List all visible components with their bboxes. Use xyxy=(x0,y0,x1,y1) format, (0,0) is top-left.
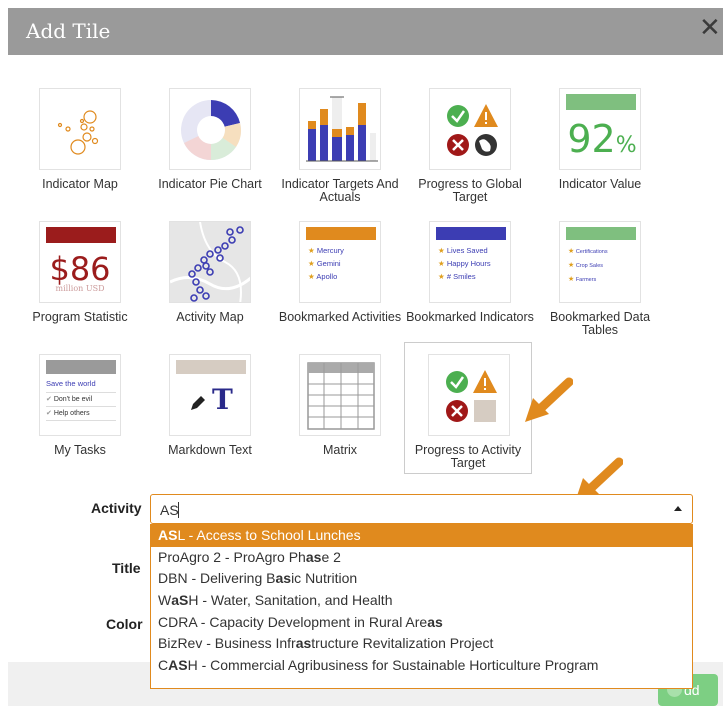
option-text: DBN - Delivering B xyxy=(158,570,276,587)
add-tile-dialog: Add Tile ✕ Indicator Map Indicator Pie C… xyxy=(8,8,723,706)
tile-label: Indicator Targets And Actuals xyxy=(281,177,399,204)
option-text: tructure Revitalization Project xyxy=(311,635,494,652)
tile-label: Indicator Pie Chart xyxy=(158,177,262,191)
option-text: H - Water, Sanitation, and Health xyxy=(188,592,393,609)
tile-label: Bookmarked Data Tables xyxy=(549,310,651,337)
markdown-text-thumbnail: T xyxy=(169,354,251,436)
activity-option[interactable]: ProAgro 2 - ProAgro Phase 2 xyxy=(151,547,692,569)
tile-label: Matrix xyxy=(322,443,358,457)
tile-label: Activity Map xyxy=(176,310,244,324)
bookmarked-indicators-thumbnail: ★ Lives Saved ★ Happy Hours ★ # Smiles xyxy=(429,221,511,303)
program-statistic-caption: million USD xyxy=(55,284,105,293)
arrow-pointer-icon xyxy=(525,377,573,422)
bookmark-item: Crop Sales xyxy=(575,263,604,269)
option-text: CDRA - Capacity Development in Rural Are xyxy=(158,613,428,630)
task-item: Help others xyxy=(53,410,90,417)
program-statistic-value: $86 xyxy=(49,250,111,288)
activity-label: Activity xyxy=(91,500,142,516)
match-highlight: AS xyxy=(168,657,188,674)
bookmark-item: Gemini xyxy=(316,259,341,268)
match-highlight: as xyxy=(295,635,312,652)
tile-label: Progress to Activity Target xyxy=(414,443,522,470)
bookmark-item: Lives Saved xyxy=(446,246,488,255)
progress-activity-thumbnail xyxy=(428,354,510,436)
match-highlight: as xyxy=(275,570,292,587)
activity-option[interactable]: ASL - Access to School Lunches xyxy=(151,525,692,547)
option-text: H - Commercial Agribusiness for Sustaina… xyxy=(187,657,599,674)
tile-progress-activity-target[interactable]: Progress to Activity Target xyxy=(404,342,532,474)
activity-dropdown-list: ASL - Access to School Lunches ProAgro 2 … xyxy=(150,524,693,689)
activity-option[interactable]: CDRA - Capacity Development in Rural Are… xyxy=(151,612,692,634)
option-text: W xyxy=(158,592,172,609)
indicator-map-thumbnail xyxy=(39,88,121,170)
tile-label: My Tasks xyxy=(54,443,106,457)
color-label: Color xyxy=(106,616,143,632)
bookmark-item: Happy Hours xyxy=(446,259,491,268)
program-statistic-thumbnail: $86 million USD xyxy=(39,221,121,303)
option-text: C xyxy=(158,657,169,674)
pie-chart-thumbnail xyxy=(169,88,251,170)
title-label: Title xyxy=(112,560,141,576)
activity-option[interactable]: DBN - Delivering Basic Nutrition xyxy=(151,568,692,590)
my-tasks-thumbnail: Save the world ✔ Don't be evil ✔ Help ot… xyxy=(39,354,121,436)
pencil-icon xyxy=(191,396,205,410)
bookmark-item: Mercury xyxy=(316,246,344,255)
tile-label: Bookmarked Activities xyxy=(278,310,402,324)
close-icon[interactable]: ✕ xyxy=(699,13,723,43)
dialog-header: Add Tile ✕ xyxy=(8,8,723,55)
bookmark-item: # Smiles xyxy=(446,272,476,281)
bookmarked-activities-thumbnail: ★ Mercury ★ Gemini ★ Apollo xyxy=(299,221,381,303)
activity-map-thumbnail xyxy=(169,221,251,303)
indicator-value-number: 92 xyxy=(567,117,616,161)
option-text: BizRev - Business Infr xyxy=(158,635,296,652)
progress-global-thumbnail xyxy=(429,88,511,170)
caret-up-icon[interactable] xyxy=(674,506,682,511)
indicator-value-unit: % xyxy=(615,133,637,158)
activity-combobox[interactable]: AS xyxy=(150,494,693,524)
match-highlight: as xyxy=(305,548,322,565)
option-text: ic Nutrition xyxy=(291,570,358,587)
dialog-title: Add Tile xyxy=(26,19,111,43)
match-highlight: as xyxy=(427,613,443,630)
bookmark-item: Farmers xyxy=(575,277,597,283)
activity-input-value: AS xyxy=(160,502,179,518)
activity-option[interactable]: WaSH - Water, Sanitation, and Health xyxy=(151,590,692,612)
bookmark-item: Certifications xyxy=(575,249,608,255)
tile-label: Program Statistic xyxy=(32,310,128,324)
bookmarked-data-tables-thumbnail: ★ Certifications ★ Crop Sales ★ Farmers xyxy=(559,221,641,303)
my-tasks-heading: Save the world xyxy=(46,379,96,388)
bookmark-item: Apollo xyxy=(316,272,338,281)
task-item: Don't be evil xyxy=(53,396,93,403)
text-t-icon: T xyxy=(212,383,233,416)
match-highlight: aS xyxy=(171,592,189,609)
text-caret xyxy=(178,502,179,518)
tile-label: Indicator Map xyxy=(42,177,118,191)
tile-label: Progress to Global Target xyxy=(418,177,522,204)
matrix-thumbnail xyxy=(299,354,381,436)
activity-option[interactable]: BizRev - Business Infrastructure Revital… xyxy=(151,633,692,655)
option-text: e 2 xyxy=(321,548,341,565)
activity-option[interactable]: CASH - Commercial Agribusiness for Susta… xyxy=(151,655,692,677)
option-text: L - Access to School Lunches xyxy=(177,527,361,543)
tile-label: Markdown Text xyxy=(168,443,252,457)
match-highlight: AS xyxy=(158,527,178,543)
indicator-value-thumbnail: 92% xyxy=(559,88,641,170)
tile-label: Bookmarked Indicators xyxy=(406,310,534,324)
option-text: ProAgro 2 - ProAgro Ph xyxy=(158,548,306,565)
bar-chart-thumbnail xyxy=(299,88,381,170)
tile-label: Indicator Value xyxy=(558,177,642,191)
